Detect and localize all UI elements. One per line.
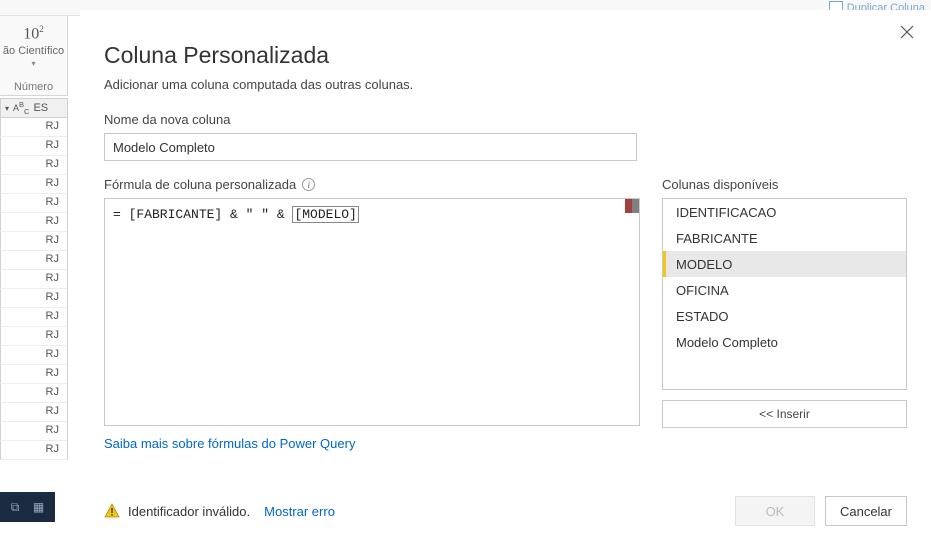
close-button[interactable] xyxy=(895,20,919,44)
formula-overflow-marker xyxy=(625,199,639,213)
background-grid: ▾ ABC ES RJ RJ RJ RJ RJ RJ RJ RJ RJ RJ R… xyxy=(0,98,68,558)
dialog-title: Coluna Personalizada xyxy=(104,42,907,69)
column-item[interactable]: MODELO xyxy=(663,251,906,277)
grid-cell[interactable]: RJ xyxy=(0,327,68,346)
column-item[interactable]: ESTADO xyxy=(663,303,906,329)
grid-cell[interactable]: RJ xyxy=(0,137,68,156)
learn-more-link[interactable]: Saiba mais sobre fórmulas do Power Query xyxy=(104,436,640,451)
grid-cell[interactable]: RJ xyxy=(0,289,68,308)
column-item[interactable]: OFICINA xyxy=(663,277,906,303)
column-item[interactable]: IDENTIFICACAO xyxy=(663,199,906,225)
grid-cell[interactable]: RJ xyxy=(0,118,68,137)
cancel-label: Cancelar xyxy=(840,504,892,519)
ribbon-group-title: Número xyxy=(0,81,67,93)
taskbar-icon[interactable]: ▦ xyxy=(33,500,44,514)
grid-cell[interactable]: RJ xyxy=(0,251,68,270)
ten-power-icon: 102 xyxy=(2,22,65,41)
formula-input[interactable]: = [FABRICANTE] & " " & [MODELO] xyxy=(104,198,640,426)
grid-cell[interactable]: RJ xyxy=(0,441,68,460)
formula-label-text: Fórmula de coluna personalizada xyxy=(104,177,296,192)
grid-cell[interactable]: RJ xyxy=(0,346,68,365)
formula-error-token: [MODELO] xyxy=(292,206,358,223)
abc-type-icon: ABC xyxy=(13,100,29,116)
info-icon[interactable]: i xyxy=(302,178,315,191)
ok-label: OK xyxy=(766,504,785,519)
ribbon-label-left-frag: ão xyxy=(3,45,15,57)
grid-cell[interactable]: RJ xyxy=(0,384,68,403)
cancel-button[interactable]: Cancelar xyxy=(825,496,907,526)
grid-header-text: ES xyxy=(33,102,48,114)
expand-icon: ▾ xyxy=(5,104,9,113)
grid-cell[interactable]: RJ xyxy=(0,213,68,232)
formula-text: = [FABRICANTE] & " " & xyxy=(113,207,292,222)
new-column-input[interactable] xyxy=(104,133,637,161)
ribbon-number-group: 102 ão Científico ▾ Número xyxy=(0,16,68,96)
close-icon xyxy=(900,25,914,39)
scientific-button[interactable]: 102 ão Científico ▾ xyxy=(2,22,65,69)
column-item[interactable]: FABRICANTE xyxy=(663,225,906,251)
formula-label: Fórmula de coluna personalizada i xyxy=(104,177,640,192)
status-text: Identificador inválido. xyxy=(128,504,250,519)
custom-column-dialog: Coluna Personalizada Adicionar uma colun… xyxy=(80,10,931,548)
grid-cell[interactable]: RJ xyxy=(0,422,68,441)
available-columns-label: Colunas disponíveis xyxy=(662,177,907,192)
ok-button[interactable]: OK xyxy=(735,496,815,526)
grid-cell[interactable]: RJ xyxy=(0,194,68,213)
grid-cell[interactable]: RJ xyxy=(0,175,68,194)
dialog-subtitle: Adicionar uma coluna computada das outra… xyxy=(104,77,907,92)
grid-column-header[interactable]: ▾ ABC ES xyxy=(0,98,68,118)
warning-icon xyxy=(104,503,120,519)
insert-button-label: << Inserir xyxy=(759,407,810,421)
grid-cell[interactable]: RJ xyxy=(0,308,68,327)
grid-cell[interactable]: RJ xyxy=(0,232,68,251)
new-column-label: Nome da nova coluna xyxy=(104,112,907,127)
grid-cell[interactable]: RJ xyxy=(0,156,68,175)
taskbar-icon[interactable]: ⧉ xyxy=(11,500,20,515)
ribbon-scientific-label: Científico xyxy=(18,45,64,57)
taskbar-fragment: ⧉ ▦ xyxy=(0,492,55,522)
insert-button[interactable]: << Inserir xyxy=(662,400,907,428)
grid-cell[interactable]: RJ xyxy=(0,365,68,384)
column-item[interactable]: Modelo Completo xyxy=(663,329,906,355)
dropdown-icon: ▾ xyxy=(31,59,35,68)
grid-cell[interactable]: RJ xyxy=(0,403,68,422)
grid-cell[interactable]: RJ xyxy=(0,270,68,289)
available-columns-list[interactable]: IDENTIFICACAOFABRICANTEMODELOOFICINAESTA… xyxy=(662,198,907,390)
show-error-link[interactable]: Mostrar erro xyxy=(264,504,335,519)
